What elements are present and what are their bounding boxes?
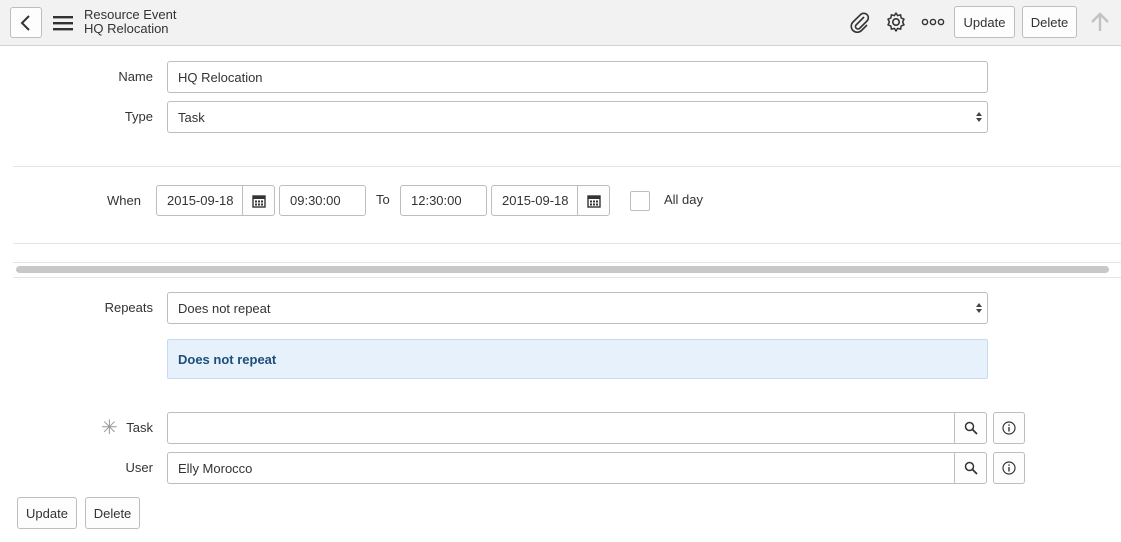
- type-select-value: Task: [178, 109, 205, 125]
- arrow-up-icon[interactable]: [1088, 10, 1112, 34]
- type-label: Type: [124, 109, 153, 124]
- end-time-field[interactable]: 12:30:00: [400, 185, 487, 216]
- info-icon: [1002, 461, 1016, 475]
- user-label: User: [125, 460, 153, 475]
- end-date-calendar-button[interactable]: [577, 185, 610, 216]
- divider: [13, 277, 1121, 278]
- start-time-field[interactable]: 09:30:00: [279, 185, 366, 216]
- name-field[interactable]: HQ Relocation: [167, 61, 988, 93]
- footer-delete-button[interactable]: Delete: [85, 497, 140, 529]
- mandatory-indicator-icon: ✳: [101, 417, 118, 439]
- all-day-label: All day: [664, 192, 704, 207]
- task-field[interactable]: [167, 412, 955, 444]
- back-button[interactable]: [10, 7, 42, 38]
- end-date-field[interactable]: 2015-09-18: [491, 185, 579, 216]
- when-label: When: [107, 193, 141, 208]
- hamburger-menu-icon[interactable]: [52, 12, 74, 34]
- calendar-icon: [586, 194, 601, 208]
- all-day-checkbox[interactable]: [630, 191, 650, 211]
- form-header: Resource Event HQ Relocation Update Dele…: [0, 0, 1121, 46]
- more-options-icon[interactable]: [920, 10, 946, 34]
- task-info-button[interactable]: [993, 412, 1025, 444]
- task-lookup-button[interactable]: [954, 412, 987, 444]
- select-caret-icon: [976, 303, 982, 313]
- chevron-left-icon: [20, 14, 30, 31]
- select-caret-icon: [976, 112, 982, 122]
- horizontal-scrollbar[interactable]: [16, 266, 1109, 273]
- user-field[interactable]: Elly Morocco: [167, 452, 955, 484]
- footer-update-button[interactable]: Update: [17, 497, 77, 529]
- search-icon: [964, 461, 978, 475]
- divider: [13, 166, 1121, 167]
- to-label: To: [376, 192, 390, 207]
- repeats-label: Repeats: [104, 300, 153, 315]
- repeat-summary-text: Does not repeat: [178, 351, 277, 367]
- header-table-label: Resource Event: [84, 7, 177, 22]
- gear-icon[interactable]: [884, 10, 908, 34]
- info-icon: [1002, 421, 1016, 435]
- start-date-calendar-button[interactable]: [242, 185, 275, 216]
- start-date-field[interactable]: 2015-09-18: [156, 185, 244, 216]
- calendar-icon: [251, 194, 266, 208]
- user-lookup-button[interactable]: [954, 452, 987, 484]
- search-icon: [964, 421, 978, 435]
- divider: [13, 243, 1121, 244]
- user-info-button[interactable]: [993, 452, 1025, 484]
- type-select[interactable]: Task: [167, 101, 988, 133]
- paperclip-icon[interactable]: [848, 10, 872, 34]
- header-record-title: HQ Relocation: [84, 21, 169, 36]
- divider: [13, 262, 1121, 263]
- name-label: Name: [118, 69, 153, 84]
- task-label: Task: [126, 420, 153, 435]
- header-update-button[interactable]: Update: [954, 6, 1015, 38]
- repeats-select-value: Does not repeat: [178, 300, 271, 316]
- repeat-summary-box: Does not repeat: [167, 339, 988, 379]
- repeats-select[interactable]: Does not repeat: [167, 292, 988, 324]
- header-delete-button[interactable]: Delete: [1022, 6, 1077, 38]
